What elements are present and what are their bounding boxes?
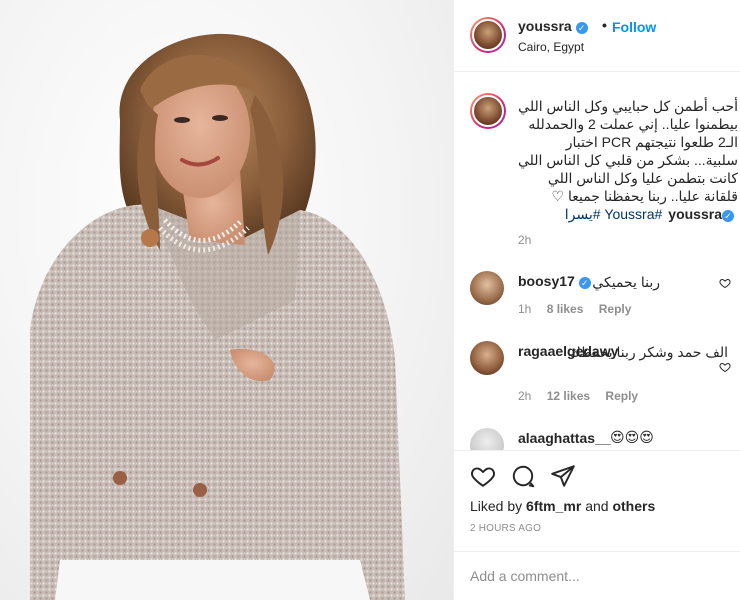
comment-likes-text[interactable]: 8 likes xyxy=(547,302,584,316)
post-actions: Liked by 6ftm_mr and others 2 HOURS AGO xyxy=(454,450,740,600)
commenter-avatar[interactable] xyxy=(470,271,504,305)
caption-author-username[interactable]: ✓youssra xyxy=(668,205,738,223)
follow-button[interactable]: Follow xyxy=(612,19,656,35)
reply-button[interactable]: Reply xyxy=(599,302,632,316)
comment-time[interactable]: 1h xyxy=(518,302,531,316)
share-icon[interactable] xyxy=(550,463,576,489)
like-comment-heart-icon[interactable] xyxy=(719,277,731,289)
comment-likes[interactable]: 12 likes xyxy=(547,389,590,403)
comment-text: 😍😍😍 xyxy=(610,429,654,445)
liked-by: Liked by 6ftm_mr and others xyxy=(470,498,655,514)
like-comment-heart-icon[interactable] xyxy=(719,361,731,373)
verified-badge-icon: ✓ xyxy=(578,277,591,289)
author-username-text[interactable]: youssra xyxy=(518,18,572,34)
caption-text: أحب أطمن كل حبايبي وكل الناس اللي بيطمنو… xyxy=(517,98,738,204)
post-timestamp[interactable]: 2 HOURS AGO xyxy=(470,523,541,534)
separator-dot: • xyxy=(602,17,607,33)
commenter-avatar[interactable] xyxy=(470,341,504,375)
caption-avatar[interactable] xyxy=(470,93,506,129)
liked-by-prefix: Liked by xyxy=(470,498,523,514)
commenter-username[interactable]: boosy17 ✓ xyxy=(518,273,591,289)
author-avatar[interactable] xyxy=(470,17,506,53)
location-link[interactable]: Cairo, Egypt xyxy=(518,40,584,54)
heart-icon[interactable] xyxy=(470,463,496,489)
reply-button-label[interactable]: Reply xyxy=(605,389,638,403)
liked-by-user[interactable]: 6ftm_mr xyxy=(526,498,581,514)
caption-author-username-text[interactable]: youssra xyxy=(668,206,722,222)
add-comment-input[interactable] xyxy=(470,566,725,586)
comments-list[interactable]: أحب أطمن كل حبايبي وكل الناس اللي بيطمنو… xyxy=(454,73,740,450)
post-header: youssra ✓ • Follow Cairo, Egypt xyxy=(454,0,740,72)
liked-by-others[interactable]: others xyxy=(612,498,655,514)
comment-meta: 2h 12 likes Reply xyxy=(518,389,650,403)
verified-badge-icon: ✓ xyxy=(722,210,734,222)
comment-time[interactable]: 2h xyxy=(518,389,531,403)
comment-likes-text[interactable]: 12 likes xyxy=(547,389,590,403)
add-comment-bar xyxy=(454,551,740,600)
comment-meta: 1h 8 likes Reply xyxy=(518,302,643,316)
liked-by-and: and xyxy=(585,498,609,514)
post-details-panel: youssra ✓ • Follow Cairo, Egypt أحب أطمن … xyxy=(453,0,740,600)
commenter-username-text[interactable]: boosy17 xyxy=(518,273,575,289)
caption-time[interactable]: 2h xyxy=(518,233,531,247)
author-username[interactable]: youssra ✓ xyxy=(518,18,588,34)
reply-button[interactable]: Reply xyxy=(605,389,638,403)
comment-text: ربنا يحميكي xyxy=(592,274,660,290)
caption: أحب أطمن كل حبايبي وكل الناس اللي بيطمنو… xyxy=(518,97,738,223)
comment-likes[interactable]: 8 likes xyxy=(547,302,584,316)
commenter-avatar[interactable] xyxy=(470,428,504,450)
post-photo[interactable] xyxy=(0,0,453,600)
commenter-username[interactable]: alaaghattas__ xyxy=(518,430,611,446)
reply-button-label[interactable]: Reply xyxy=(599,302,632,316)
comment-icon[interactable] xyxy=(510,463,536,489)
verified-badge-icon: ✓ xyxy=(575,22,588,34)
woman-portrait-image xyxy=(30,33,405,600)
comment-text: الف حمد وشكر ربنا يحفظك xyxy=(569,344,728,360)
